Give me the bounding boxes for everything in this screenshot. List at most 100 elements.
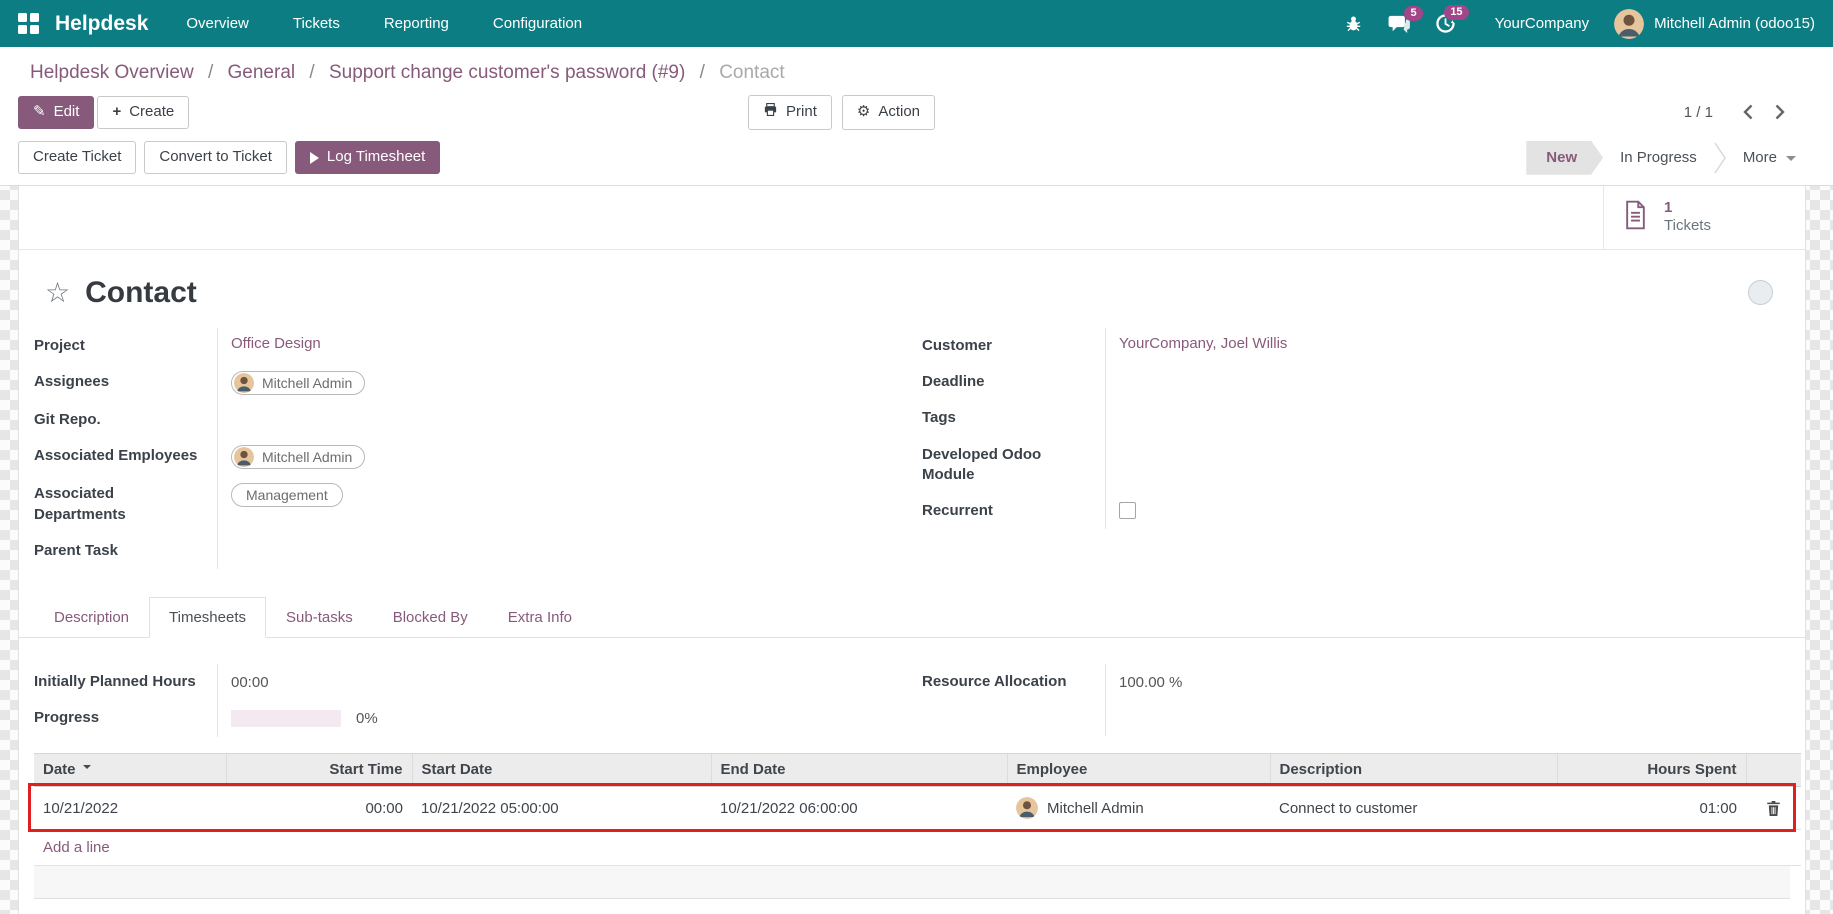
tab-blocked-by[interactable]: Blocked By bbox=[373, 597, 488, 638]
field-label-git-repo: Git Repo. bbox=[34, 402, 217, 438]
stage-more-dropdown[interactable]: More bbox=[1726, 141, 1813, 175]
column-header-employee[interactable]: Employee bbox=[1007, 753, 1270, 787]
field-value-resource-allocation: 100.00 % bbox=[1105, 664, 1790, 700]
action-button[interactable]: ⚙ Action bbox=[842, 95, 935, 130]
menu-configuration[interactable]: Configuration bbox=[493, 15, 582, 32]
column-header-start-date[interactable]: Start Date bbox=[412, 753, 711, 787]
field-value-deadline[interactable] bbox=[1105, 364, 1790, 400]
sort-desc-icon bbox=[83, 765, 91, 773]
column-header-end-date[interactable]: End Date bbox=[711, 753, 1007, 787]
edit-button[interactable]: ✎ Edit bbox=[18, 96, 94, 129]
field-label-parent-task: Parent Task bbox=[34, 533, 217, 569]
main-menu: Overview Tickets Reporting Configuration bbox=[186, 15, 582, 32]
create-ticket-button[interactable]: Create Ticket bbox=[18, 141, 136, 174]
company-switcher[interactable]: YourCompany bbox=[1495, 15, 1590, 32]
progress-value: 0% bbox=[356, 710, 378, 727]
field-label-assignees: Assignees bbox=[34, 364, 217, 402]
timesheet-summary-left: Initially Planned Hours 00:00 Progress 0… bbox=[34, 664, 902, 737]
user-name: Mitchell Admin (odoo15) bbox=[1654, 15, 1815, 32]
breadcrumb-ticket[interactable]: Support change customer's password (#9) bbox=[329, 62, 685, 83]
stage-in-progress[interactable]: In Progress bbox=[1603, 141, 1714, 175]
breadcrumb-separator: / bbox=[700, 62, 705, 83]
chevron-down-icon bbox=[1786, 156, 1796, 166]
activities-clock-icon[interactable]: 15 bbox=[1435, 13, 1456, 34]
assignee-tag[interactable]: Mitchell Admin bbox=[231, 371, 365, 395]
apps-menu-icon[interactable] bbox=[18, 13, 39, 34]
pager-count: 1 / 1 bbox=[1684, 104, 1713, 121]
field-label-initially-planned-hours: Initially Planned Hours bbox=[34, 664, 217, 700]
field-value-initially-planned-hours: 00:00 bbox=[217, 664, 902, 700]
favorite-star-icon[interactable]: ☆ bbox=[45, 279, 70, 307]
cell-employee[interactable]: Mitchell Admin bbox=[1007, 787, 1270, 830]
pager-next-icon[interactable] bbox=[1769, 100, 1791, 124]
topbar-right: 5 15 YourCompany Mitchell Admin (odoo15) bbox=[1344, 9, 1815, 39]
tab-extra-info[interactable]: Extra Info bbox=[488, 597, 592, 638]
timesheet-table: Date Start Time Start Date End Date Empl… bbox=[34, 753, 1801, 867]
stage-new[interactable]: New bbox=[1526, 141, 1603, 175]
plus-icon: + bbox=[112, 103, 121, 122]
print-button[interactable]: Print bbox=[748, 95, 832, 130]
cell-description[interactable]: Connect to customer bbox=[1270, 787, 1557, 830]
timesheet-row[interactable]: 10/21/2022 00:00 10/21/2022 05:00:00 10/… bbox=[34, 787, 1801, 830]
tab-description[interactable]: Description bbox=[34, 597, 149, 638]
tab-timesheets[interactable]: Timesheets bbox=[149, 597, 266, 638]
breadcrumb-helpdesk-overview[interactable]: Helpdesk Overview bbox=[30, 62, 194, 83]
field-label-progress: Progress bbox=[34, 700, 217, 736]
column-header-description[interactable]: Description bbox=[1270, 753, 1557, 787]
tab-sub-tasks[interactable]: Sub-tasks bbox=[266, 597, 373, 638]
field-value-git-repo[interactable] bbox=[217, 402, 902, 438]
debug-bug-icon[interactable] bbox=[1344, 14, 1363, 33]
column-header-start-time[interactable]: Start Time bbox=[226, 753, 412, 787]
kanban-state-icon[interactable] bbox=[1748, 280, 1773, 305]
breadcrumb-general[interactable]: General bbox=[228, 62, 296, 83]
field-value-customer[interactable]: YourCompany, Joel Willis bbox=[1119, 335, 1287, 352]
associated-employee-tag[interactable]: Mitchell Admin bbox=[231, 445, 365, 469]
field-value-developed-odoo-module[interactable] bbox=[1105, 437, 1790, 494]
log-timesheet-button[interactable]: Log Timesheet bbox=[295, 141, 440, 174]
field-label-associated-departments: Associated Departments bbox=[34, 476, 217, 533]
workflow-buttons: Create Ticket Convert to Ticket Log Time… bbox=[18, 141, 440, 174]
column-header-date[interactable]: Date bbox=[34, 753, 226, 787]
field-groups: Project Office Design Assignees Mitchell… bbox=[19, 312, 1805, 569]
convert-to-ticket-button[interactable]: Convert to Ticket bbox=[144, 141, 287, 174]
field-label-developed-odoo-module: Developed Odoo Module bbox=[922, 437, 1105, 494]
user-avatar bbox=[1614, 9, 1644, 39]
tickets-label: Tickets bbox=[1664, 217, 1711, 236]
tickets-stat-button[interactable]: 1 Tickets bbox=[1603, 186, 1805, 249]
document-icon bbox=[1622, 200, 1649, 235]
edit-create-group: ✎ Edit + Create bbox=[18, 96, 189, 129]
assignee-avatar bbox=[234, 373, 254, 393]
breadcrumb-separator: / bbox=[309, 62, 314, 83]
department-tag[interactable]: Management bbox=[231, 483, 343, 507]
messages-icon[interactable]: 5 bbox=[1388, 14, 1410, 34]
menu-overview[interactable]: Overview bbox=[186, 15, 249, 32]
timesheet-list: Date Start Time Start Date End Date Empl… bbox=[34, 753, 1790, 900]
menu-tickets[interactable]: Tickets bbox=[293, 15, 340, 32]
field-value-project[interactable]: Office Design bbox=[231, 335, 321, 352]
gear-icon: ⚙ bbox=[857, 103, 870, 122]
column-header-hours-spent[interactable]: Hours Spent bbox=[1557, 753, 1746, 787]
create-button[interactable]: + Create bbox=[97, 96, 189, 129]
field-value-parent-task[interactable] bbox=[217, 533, 902, 569]
cell-hours-spent[interactable]: 01:00 bbox=[1557, 787, 1746, 830]
recurrent-checkbox[interactable] bbox=[1119, 502, 1136, 519]
action-button-row: ✎ Edit + Create Print ⚙ Action 1 / 1 bbox=[0, 86, 1833, 139]
field-value-tags[interactable] bbox=[1105, 400, 1790, 436]
messages-count-badge: 5 bbox=[1404, 6, 1422, 21]
list-footer bbox=[34, 866, 1790, 899]
add-a-line-link[interactable]: Add a line bbox=[34, 830, 1801, 866]
field-label-recurrent: Recurrent bbox=[922, 493, 1105, 529]
menu-reporting[interactable]: Reporting bbox=[384, 15, 449, 32]
form-sheet: 1 Tickets ☆ Contact Project Office Desig… bbox=[18, 186, 1806, 914]
title-row: ☆ Contact bbox=[19, 250, 1805, 312]
pager-previous-icon[interactable] bbox=[1737, 100, 1759, 124]
cell-start-date[interactable]: 10/21/2022 05:00:00 bbox=[412, 787, 711, 830]
cell-start-time[interactable]: 00:00 bbox=[226, 787, 412, 830]
employee-avatar bbox=[234, 447, 254, 467]
delete-row-trash-icon[interactable] bbox=[1755, 800, 1792, 817]
cell-date[interactable]: 10/21/2022 bbox=[34, 787, 226, 830]
cell-end-date[interactable]: 10/21/2022 06:00:00 bbox=[711, 787, 1007, 830]
field-label-project: Project bbox=[34, 328, 217, 364]
app-name[interactable]: Helpdesk bbox=[55, 12, 148, 36]
user-menu[interactable]: Mitchell Admin (odoo15) bbox=[1614, 9, 1815, 39]
